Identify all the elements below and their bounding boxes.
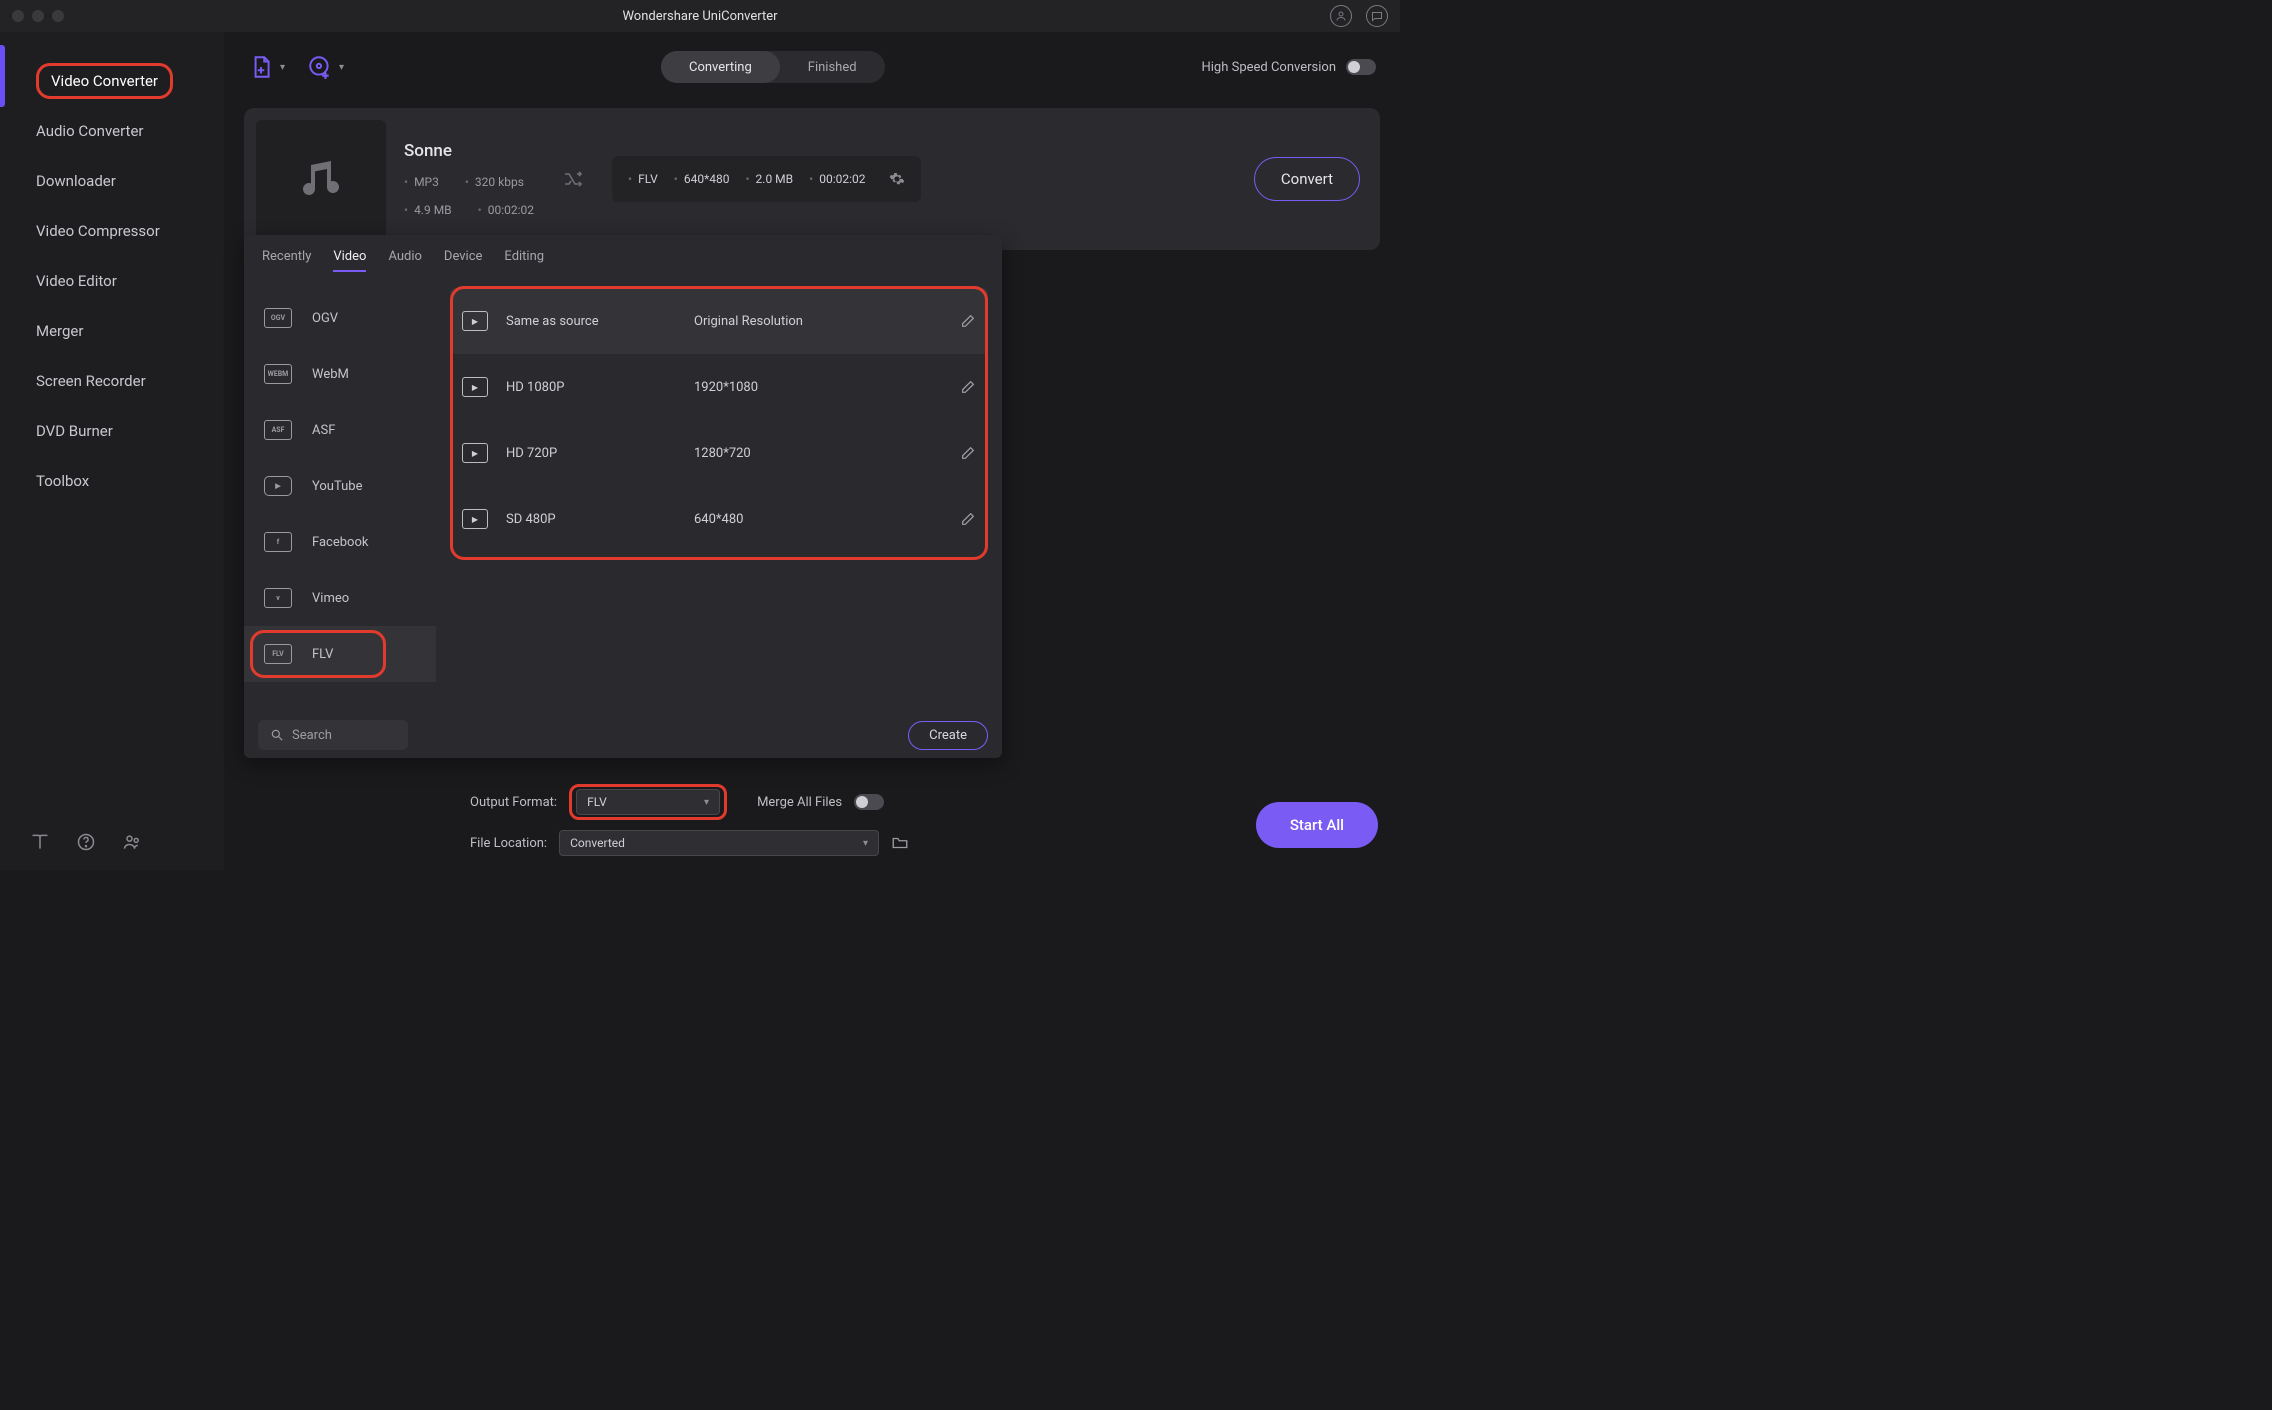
format-facebook[interactable]: f Facebook — [244, 514, 436, 570]
video-icon: ▶ — [462, 377, 488, 397]
seg-converting[interactable]: Converting — [661, 51, 780, 83]
edit-icon[interactable] — [960, 313, 976, 329]
src-bitrate: 320 kbps — [475, 175, 524, 189]
dst-size: 2.0 MB — [756, 172, 794, 186]
swap-icon[interactable] — [562, 167, 586, 191]
merge-toggle[interactable] — [854, 794, 884, 810]
res-480p[interactable]: ▶ SD 480P 640*480 — [450, 486, 988, 552]
convert-button[interactable]: Convert — [1254, 157, 1360, 201]
min-dot[interactable] — [32, 10, 44, 22]
sidebar-item-downloader[interactable]: Downloader — [0, 156, 224, 206]
tab-editing[interactable]: Editing — [504, 249, 544, 272]
tab-video[interactable]: Video — [333, 249, 366, 272]
sidebar-item-merger[interactable]: Merger — [0, 306, 224, 356]
resolution-list: ▶ Same as source Original Resolution ▶ H… — [436, 282, 1002, 712]
sidebar-item-audio-converter[interactable]: Audio Converter — [0, 106, 224, 156]
chevron-down-icon: ▾ — [339, 62, 344, 73]
max-dot[interactable] — [52, 10, 64, 22]
file-location-label: File Location: — [470, 836, 547, 851]
vimeo-icon: v — [264, 588, 292, 608]
active-indicator — [0, 45, 5, 107]
toolbar: ▾ ▾ Converting Finished High Speed Conve… — [224, 32, 1400, 102]
thumbnail[interactable] — [256, 120, 386, 238]
create-button[interactable]: Create — [908, 721, 988, 750]
status-segment: Converting Finished — [661, 51, 885, 83]
tab-recently[interactable]: Recently — [262, 249, 311, 272]
video-icon: ▶ — [462, 509, 488, 529]
search-input[interactable]: Search — [258, 720, 408, 750]
merge-label: Merge All Files — [757, 795, 842, 810]
close-dot[interactable] — [12, 10, 24, 22]
target-panel[interactable]: •FLV •640*480 •2.0 MB •00:02:02 — [612, 156, 921, 202]
src-duration: 00:02:02 — [488, 203, 534, 217]
video-icon: ▶ — [462, 443, 488, 463]
video-icon: ▶ — [462, 311, 488, 331]
search-placeholder: Search — [292, 728, 332, 743]
manual-icon[interactable] — [30, 832, 50, 852]
sidebar-item-video-editor[interactable]: Video Editor — [0, 256, 224, 306]
sidebar: Video Converter Audio Converter Download… — [0, 32, 224, 870]
start-all-button[interactable]: Start All — [1256, 802, 1378, 848]
edit-icon[interactable] — [960, 445, 976, 461]
message-icon[interactable] — [1366, 5, 1388, 27]
highlight-flv — [250, 630, 386, 678]
tab-audio[interactable]: Audio — [388, 249, 421, 272]
res-1080p[interactable]: ▶ HD 1080P 1920*1080 — [450, 354, 988, 420]
window-controls — [0, 10, 64, 22]
file-location-dropdown[interactable]: Converted▾ — [559, 830, 879, 856]
high-speed-toggle[interactable] — [1346, 59, 1376, 75]
highlight-video-converter: Video Converter — [36, 63, 173, 99]
add-file-button[interactable]: ▾ — [248, 54, 285, 80]
youtube-icon: ▶ — [264, 476, 292, 496]
format-flv[interactable]: FLV FLV — [244, 626, 436, 682]
format-popup: Recently Video Audio Device Editing OGV … — [244, 235, 1002, 758]
dst-duration: 00:02:02 — [819, 172, 865, 186]
edit-icon[interactable] — [960, 379, 976, 395]
bottom-bar: Output Format: FLV▾ Merge All Files File… — [448, 776, 1400, 870]
help-icon[interactable] — [76, 832, 96, 852]
titlebar: Wondershare UniConverter — [0, 0, 1400, 32]
high-speed-label: High Speed Conversion — [1201, 60, 1336, 75]
format-vimeo[interactable]: v Vimeo — [244, 570, 436, 626]
output-format-label: Output Format: — [470, 795, 557, 810]
sidebar-item-video-converter[interactable]: Video Converter — [0, 56, 224, 106]
app-title: Wondershare UniConverter — [622, 9, 777, 24]
format-ogv[interactable]: OGV OGV — [244, 290, 436, 346]
gear-icon[interactable] — [889, 171, 905, 187]
sidebar-item-video-compressor[interactable]: Video Compressor — [0, 206, 224, 256]
dst-res: 640*480 — [684, 172, 730, 186]
res-same-as-source[interactable]: ▶ Same as source Original Resolution — [450, 288, 988, 354]
src-codec: MP3 — [414, 175, 439, 189]
chevron-down-icon: ▾ — [280, 62, 285, 73]
tab-device[interactable]: Device — [444, 249, 483, 272]
community-icon[interactable] — [122, 832, 142, 852]
account-icon[interactable] — [1330, 5, 1352, 27]
webm-icon: WEBM — [264, 364, 292, 384]
seg-finished[interactable]: Finished — [780, 51, 885, 83]
file-name: Sonne — [404, 141, 534, 161]
sidebar-item-toolbox[interactable]: Toolbox — [0, 456, 224, 506]
format-list[interactable]: OGV OGV WEBM WebM ASF ASF ▶ YouTube f Fa… — [244, 282, 436, 712]
file-card: Sonne •MP3 •320 kbps •4.9 MB •00:02:02 •… — [244, 108, 1380, 250]
res-720p[interactable]: ▶ HD 720P 1280*720 — [450, 420, 988, 486]
edit-icon[interactable] — [960, 511, 976, 527]
ogv-icon: OGV — [264, 308, 292, 328]
asf-icon: ASF — [264, 420, 292, 440]
dst-format: FLV — [638, 172, 658, 186]
format-asf[interactable]: ASF ASF — [244, 402, 436, 458]
add-dvd-button[interactable]: ▾ — [307, 54, 344, 80]
output-format-dropdown[interactable]: FLV▾ — [576, 789, 720, 815]
facebook-icon: f — [264, 532, 292, 552]
sidebar-item-dvd-burner[interactable]: DVD Burner — [0, 406, 224, 456]
format-webm[interactable]: WEBM WebM — [244, 346, 436, 402]
src-size: 4.9 MB — [414, 203, 452, 217]
open-folder-icon[interactable] — [891, 834, 909, 852]
sidebar-item-screen-recorder[interactable]: Screen Recorder — [0, 356, 224, 406]
format-youtube[interactable]: ▶ YouTube — [244, 458, 436, 514]
